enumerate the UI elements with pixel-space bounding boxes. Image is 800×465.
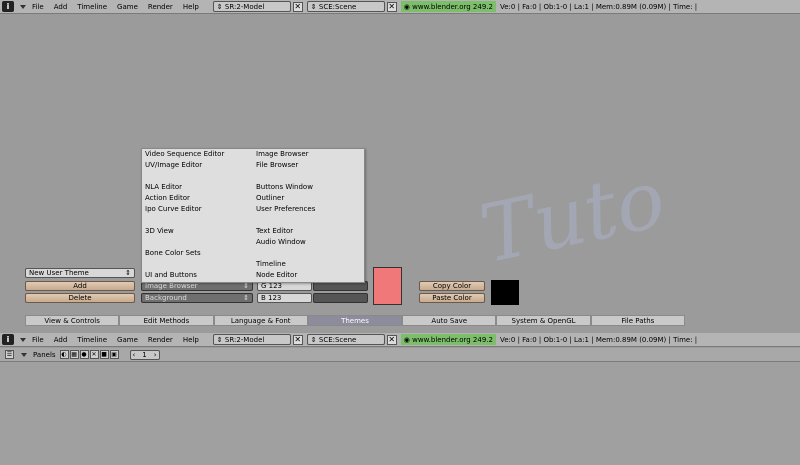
theme-select[interactable]: New User Theme ⇕	[25, 268, 135, 278]
screen-selector[interactable]: ⇕ SR:2-Model	[212, 334, 291, 345]
scene-selector[interactable]: ⇕ SCE:Scene	[306, 334, 385, 345]
popup-item-action-editor[interactable]: Action Editor	[145, 193, 190, 204]
shading-icon[interactable]: ●	[79, 350, 89, 359]
popup-item-buttons-window[interactable]: Buttons Window	[256, 182, 313, 193]
blender-web-icon: ◉	[403, 2, 413, 11]
header-collapse-icon[interactable]	[20, 4, 26, 9]
blender-url[interactable]: ◉ www.blender.org 249.2	[400, 1, 496, 12]
add-theme-button[interactable]: Add	[25, 281, 135, 291]
updown-icon: ⇕	[243, 282, 249, 290]
chevron-right-icon[interactable]: ›	[154, 351, 157, 359]
script-icon[interactable]: ▦	[69, 350, 79, 359]
blender-web-icon: ◉	[403, 335, 413, 344]
window-type-icon[interactable]: ☰	[5, 350, 14, 359]
b-value-field[interactable]: B 123	[257, 293, 312, 303]
blender-logo-icon[interactable]: i	[2, 1, 14, 12]
screen-delete-icon[interactable]: ✕	[292, 334, 303, 345]
panels-label[interactable]: Panels	[33, 351, 56, 359]
page-stepper[interactable]: ‹ 1 ›	[129, 349, 160, 360]
scene-arrows-icon: ⇕	[310, 2, 319, 11]
menu-game[interactable]: Game	[117, 336, 138, 344]
info-header: i File Add Timeline Game Render Help ⇕ S…	[0, 333, 800, 347]
scene-delete-icon[interactable]: ✕	[386, 334, 397, 345]
menu-timeline[interactable]: Timeline	[77, 336, 107, 344]
updown-icon: ⇕	[125, 269, 131, 277]
popup-item-ipo-curve-editor[interactable]: Ipo Curve Editor	[145, 204, 202, 215]
screen-arrows-icon: ⇕	[216, 2, 225, 11]
tab-auto-save[interactable]: Auto Save	[402, 315, 497, 326]
popup-item-outliner[interactable]: Outliner	[256, 193, 284, 204]
tab-edit-methods[interactable]: Edit Methods	[119, 315, 214, 326]
watermark: Tuto	[472, 151, 673, 282]
b-slider[interactable]	[313, 293, 368, 303]
menu-file[interactable]: File	[32, 336, 44, 344]
popup-item-3d-view[interactable]: 3D View	[145, 226, 174, 237]
scene-selector[interactable]: ⇕ SCE:Scene	[306, 1, 385, 12]
blender-logo-icon[interactable]: i	[2, 334, 14, 345]
tab-themes[interactable]: Themes	[307, 315, 403, 326]
scene-arrows-icon: ⇕	[310, 335, 319, 344]
header-collapse-icon[interactable]	[21, 352, 27, 357]
scene-stats: Ve:0 | Fa:0 | Ob:1-0 | La:1 | Mem:0.89M …	[499, 335, 698, 344]
popup-item-bone-color-sets[interactable]: Bone Color Sets	[145, 248, 201, 259]
chevron-left-icon[interactable]: ‹	[133, 351, 136, 359]
buttons-header: ☰ Panels ◐ ▦ ● ✕ ■ ▣ ‹ 1 ›	[0, 348, 800, 362]
popup-item-node-editor[interactable]: Node Editor	[256, 270, 297, 281]
screen-delete-icon[interactable]: ✕	[292, 1, 303, 12]
tab-view-controls[interactable]: View & Controls	[25, 315, 120, 326]
popup-item-audio-window[interactable]: Audio Window	[256, 237, 306, 248]
scene-delete-icon[interactable]: ✕	[386, 1, 397, 12]
top-header: i File Add Timeline Game Render Help ⇕ S…	[0, 0, 800, 14]
menu-add[interactable]: Add	[54, 336, 68, 344]
screen-arrows-icon: ⇕	[216, 335, 225, 344]
object-icon[interactable]: ✕	[89, 350, 99, 359]
color-swatch[interactable]	[373, 267, 402, 305]
editor-type-popup: Video Sequence Editor UV/Image Editor NL…	[141, 148, 365, 283]
popup-item-video-sequence-editor[interactable]: Video Sequence Editor	[145, 149, 224, 160]
popup-item-uv-image-editor[interactable]: UV/Image Editor	[145, 160, 202, 171]
screen-selector[interactable]: ⇕ SR:2-Model	[212, 1, 291, 12]
paste-color-button[interactable]: Paste Color	[419, 293, 485, 303]
logic-icon[interactable]: ◐	[59, 350, 69, 359]
menu-add[interactable]: Add	[54, 3, 68, 11]
tab-system-opengl[interactable]: System & OpenGL	[496, 315, 591, 326]
popup-item-file-browser[interactable]: File Browser	[256, 160, 298, 171]
menu-timeline[interactable]: Timeline	[77, 3, 107, 11]
updown-icon: ⇕	[243, 294, 249, 302]
delete-theme-button[interactable]: Delete	[25, 293, 135, 303]
menu-game[interactable]: Game	[117, 3, 138, 11]
editing-icon[interactable]: ■	[99, 350, 109, 359]
menu-help[interactable]: Help	[183, 3, 199, 11]
popup-item-nla-editor[interactable]: NLA Editor	[145, 182, 182, 193]
popup-item-text-editor[interactable]: Text Editor	[256, 226, 293, 237]
popup-item-ui-and-buttons[interactable]: UI and Buttons	[145, 270, 197, 281]
popup-item-user-preferences[interactable]: User Preferences	[256, 204, 315, 215]
prefs-tabs: View & Controls Edit Methods Language & …	[25, 315, 685, 326]
header-collapse-icon[interactable]	[20, 337, 26, 342]
tab-file-paths[interactable]: File Paths	[590, 315, 685, 326]
menu-help[interactable]: Help	[183, 336, 199, 344]
copy-color-button[interactable]: Copy Color	[419, 281, 485, 291]
scene-stats: Ve:0 | Fa:0 | Ob:1-0 | La:1 | Mem:0.89M …	[499, 2, 698, 11]
menu-render[interactable]: Render	[148, 336, 173, 344]
menu-file[interactable]: File	[32, 3, 44, 11]
blender-url[interactable]: ◉ www.blender.org 249.2	[400, 334, 496, 345]
black-color-swatch[interactable]	[491, 280, 519, 305]
tab-language-font[interactable]: Language & Font	[213, 315, 308, 326]
buttons-window-area	[0, 362, 800, 465]
scene-icon[interactable]: ▣	[109, 350, 119, 359]
popup-item-timeline[interactable]: Timeline	[256, 259, 286, 270]
menu-render[interactable]: Render	[148, 3, 173, 11]
category-select[interactable]: Background ⇕	[141, 293, 253, 303]
popup-item-image-browser[interactable]: Image Browser	[256, 149, 309, 160]
